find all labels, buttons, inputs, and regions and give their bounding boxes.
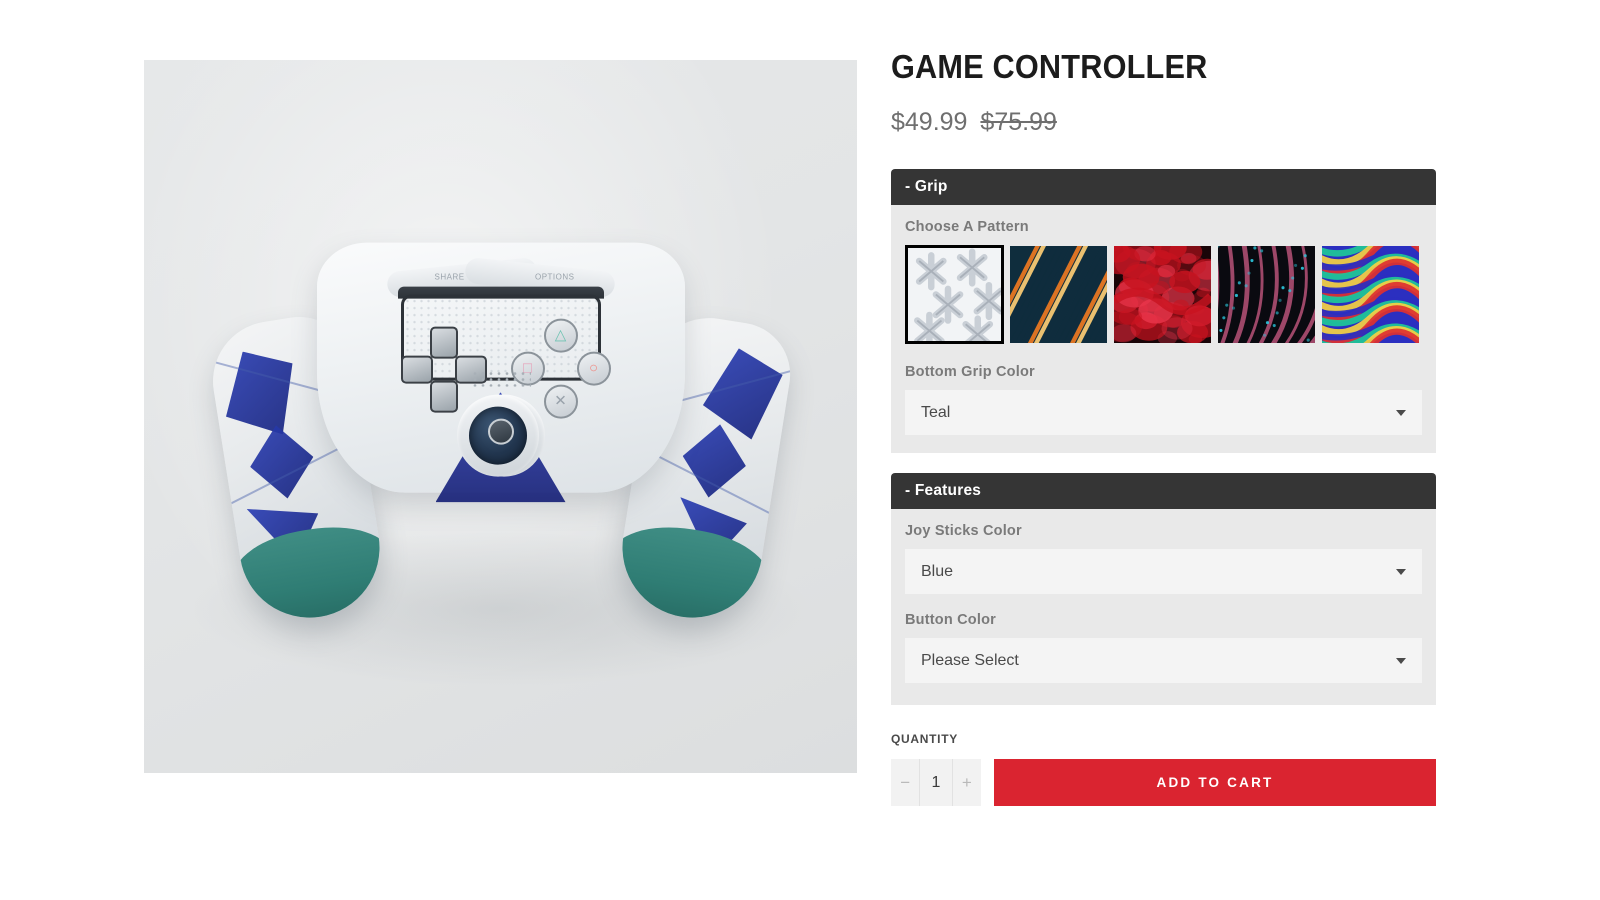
red-marble-pattern <box>1114 246 1211 343</box>
white-lattice-pattern <box>908 248 1001 341</box>
quantity-label: QUANTITY <box>891 732 958 746</box>
dark-teal-orange-streak-pattern <box>1010 246 1107 343</box>
pattern-swatch-black-pink-cyan-cells-pattern[interactable] <box>1217 245 1316 344</box>
pattern-swatch-red-marble-pattern[interactable] <box>1113 245 1212 344</box>
grip-group-body: Choose A Pattern Bottom Grip Color Teal <box>891 205 1436 453</box>
button-color-label: Button Color <box>905 612 996 628</box>
controller-speaker <box>470 370 531 387</box>
compare-at-price: $75.99 <box>980 108 1057 136</box>
pattern-swatch-white-lattice-pattern[interactable] <box>905 245 1004 344</box>
pattern-swatch-row[interactable] <box>905 245 1422 344</box>
button-color-select[interactable]: Please Select <box>905 638 1422 683</box>
quantity-stepper[interactable]: − 1 + <box>891 759 981 806</box>
quantity-value[interactable]: 1 <box>919 759 953 806</box>
quantity-increase-button[interactable]: + <box>952 759 981 806</box>
quantity-decrease-button[interactable]: − <box>891 759 920 806</box>
circle-button-icon: ○ <box>576 351 611 386</box>
purchase-row: − 1 + ADD TO CART <box>891 759 1436 806</box>
features-group-header[interactable]: - Features <box>891 473 1436 509</box>
bottom-grip-color-label: Bottom Grip Color <box>905 364 1035 380</box>
joy-sticks-color-select[interactable]: Blue <box>905 549 1422 594</box>
dpad-left <box>400 355 433 384</box>
product-page: SHARE OPTIONS △ □ ○ ✕ GAME CONTROLLER $4… <box>0 0 1600 900</box>
share-button-label: SHARE <box>434 272 465 282</box>
page-title: GAME CONTROLLER <box>891 48 1208 85</box>
joy-sticks-color-value[interactable]: Blue <box>905 549 1422 594</box>
pattern-swatch-dark-teal-orange-streak-pattern[interactable] <box>1009 245 1108 344</box>
choose-a-pattern-label: Choose A Pattern <box>905 219 1029 235</box>
option-group-grip: - Grip Choose A Pattern Bottom Grip Colo… <box>891 169 1436 453</box>
controller-body: SHARE OPTIONS △ □ ○ ✕ <box>316 242 685 503</box>
pattern-swatch-iridescent-oil-slick-pattern[interactable] <box>1321 245 1420 344</box>
ps-home-button <box>487 418 514 445</box>
product-image-gallery[interactable]: SHARE OPTIONS △ □ ○ ✕ <box>144 60 857 773</box>
black-pink-cyan-cells-pattern <box>1218 246 1315 343</box>
controller-dpad <box>400 326 487 413</box>
bottom-grip-color-value[interactable]: Teal <box>905 390 1422 435</box>
price-row: $49.99 $75.99 <box>891 108 1436 137</box>
button-color-value[interactable]: Please Select <box>905 638 1422 683</box>
grip-shard <box>216 344 303 442</box>
triangle-button-icon: △ <box>543 318 578 353</box>
bottom-grip-color-select[interactable]: Teal <box>905 390 1422 435</box>
iridescent-oil-slick-pattern <box>1322 246 1419 343</box>
dpad-up <box>429 326 458 359</box>
option-group-features: - Features Joy Sticks Color Blue Button … <box>891 473 1436 705</box>
dpad-down <box>429 380 458 413</box>
features-group-body: Joy Sticks Color Blue Button Color Pleas… <box>891 509 1436 705</box>
left-grip-teal-tip <box>227 516 390 628</box>
current-price: $49.99 <box>891 108 968 136</box>
joy-sticks-color-label: Joy Sticks Color <box>905 523 1022 539</box>
cross-button-icon: ✕ <box>543 384 578 419</box>
options-button-label: OPTIONS <box>534 272 575 282</box>
grip-group-header[interactable]: - Grip <box>891 169 1436 205</box>
game-controller-illustration: SHARE OPTIONS △ □ ○ ✕ <box>203 198 798 628</box>
right-grip-teal-tip <box>611 516 774 628</box>
add-to-cart-button[interactable]: ADD TO CART <box>994 759 1436 806</box>
product-info-panel: GAME CONTROLLER $49.99 $75.99 - Grip Cho… <box>891 48 1436 806</box>
